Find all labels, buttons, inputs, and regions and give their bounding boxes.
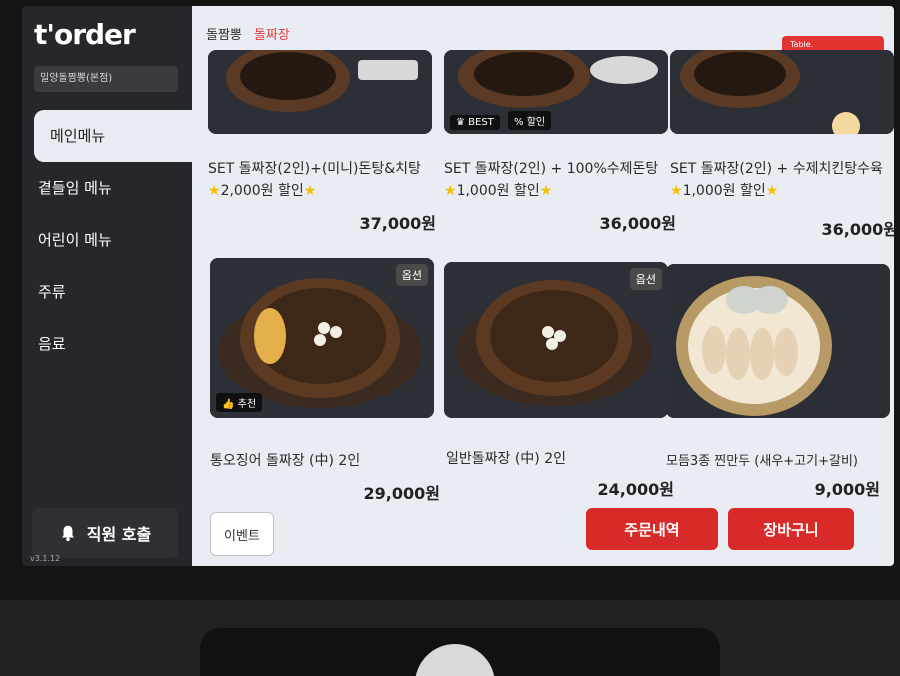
sidebar-item-kids-menu[interactable]: 어린이 메뉴 <box>22 214 192 266</box>
menu-price: 24,000원 <box>597 480 674 499</box>
table-label: Table. <box>790 40 814 49</box>
menu-name: SET 돌짜장(2인) + 100%수제돈탕 <box>444 161 659 177</box>
sidebar-item-side-menu[interactable]: 곁들임 메뉴 <box>22 162 192 214</box>
menu-name: SET 돌짜장(2인)+(미니)돈탕&치탕 <box>208 161 421 177</box>
staff-call-button[interactable]: 직원 호출 <box>32 508 178 558</box>
menu-image: ♛ BEST % 할인 <box>444 50 668 134</box>
menu-promo: ★2,000원 할인★ <box>208 183 317 199</box>
food-photo-icon <box>208 50 432 134</box>
tab-dol-jjamppong[interactable]: 돌짬뽕 <box>206 24 242 43</box>
menu-image: 옵션 👍 추천 <box>210 258 434 418</box>
menu-name: SET 돌짜장(2인) + 수제치킨탕수육 <box>670 161 883 177</box>
sidebar-item-label: 주류 <box>38 283 66 301</box>
menu-image <box>666 264 890 418</box>
menu-image <box>208 50 432 134</box>
sidebar-item-label: 어린이 메뉴 <box>38 231 112 249</box>
discount-badge: % 할인 <box>508 111 552 130</box>
kiosk-screen: t'order 밀양돌짬뽕(본점) 메인메뉴 곁들임 메뉴 어린이 메뉴 주류 … <box>22 6 894 566</box>
menu-name: 모듬3종 찐만두 (새우+고기+갈비) <box>666 454 858 469</box>
event-button[interactable]: 이벤트 <box>210 512 274 556</box>
menu-price: 36,000원 <box>599 214 676 233</box>
star-icon: ★ <box>208 183 221 199</box>
tab-dol-jjajang[interactable]: 돌짜장 <box>254 24 290 43</box>
store-name: 밀양돌짬뽕(본점) <box>34 66 178 92</box>
sidebar-item-label: 음료 <box>38 335 66 353</box>
bell-icon <box>61 525 75 542</box>
order-history-button[interactable]: 주문내역 <box>586 508 718 550</box>
device-stand <box>0 600 900 676</box>
food-photo-icon <box>670 50 894 134</box>
food-photo-icon <box>666 264 890 418</box>
menu-content: 돌짬뽕 돌짜장 Table. 6 SET 돌짜장(2인)+(미니)돈탕&치탕 ★… <box>192 6 894 566</box>
cart-button[interactable]: 장바구니 <box>728 508 854 550</box>
sidebar-item-label: 곁들임 메뉴 <box>38 179 112 197</box>
menu-price: 36,000원 <box>821 220 894 239</box>
menu-promo: ★1,000원 할인★ <box>670 183 779 199</box>
menu-name: 일반돌짜장 (中) 2인 <box>446 451 567 467</box>
sidebar-item-alcohol[interactable]: 주류 <box>22 266 192 318</box>
star-icon: ★ <box>303 183 317 199</box>
menu-card[interactable]: 옵션 👍 추천 통오징어 돌짜장 (中) 2인 29,000원 <box>210 258 440 503</box>
menu-promo: ★1,000원 할인★ <box>444 183 553 199</box>
menu-card[interactable]: SET 돌짜장(2인) + 수제치킨탕수육 ★1,000원 할인★ 36,000… <box>670 50 894 239</box>
star-icon: ★ <box>765 183 779 199</box>
menu-card[interactable]: SET 돌짜장(2인)+(미니)돈탕&치탕 ★2,000원 할인★ 37,000… <box>208 50 436 233</box>
staff-call-label: 직원 호출 <box>86 525 152 544</box>
star-icon: ★ <box>444 183 457 199</box>
menu-image <box>670 50 894 134</box>
sidebar-item-label: 메인메뉴 <box>50 127 106 145</box>
star-icon: ★ <box>539 183 553 199</box>
menu-name: 통오징어 돌짜장 (中) 2인 <box>210 453 361 469</box>
sidebar-nav: 메인메뉴 곁들임 메뉴 어린이 메뉴 주류 음료 <box>22 110 192 370</box>
menu-price: 37,000원 <box>359 214 436 233</box>
star-icon: ★ <box>670 183 683 199</box>
menu-price: 29,000원 <box>363 484 440 503</box>
menu-price: 9,000원 <box>814 480 880 499</box>
menu-card[interactable]: 모듬3종 찐만두 (새우+고기+갈비) 9,000원 <box>666 264 890 500</box>
sidebar-item-drinks[interactable]: 음료 <box>22 318 192 370</box>
recommend-badge: 👍 추천 <box>216 393 263 412</box>
menu-card[interactable]: ♛ BEST % 할인 SET 돌짜장(2인) + 100%수제돈탕 ★1,00… <box>444 50 676 233</box>
menu-card[interactable]: 옵션 일반돌짜장 (中) 2인 24,000원 <box>444 262 674 502</box>
app-logo: t'order <box>34 18 136 51</box>
version-label: v3.1.12 <box>30 554 61 563</box>
option-badge: 옵션 <box>629 268 662 290</box>
sidebar-item-main-menu[interactable]: 메인메뉴 <box>34 110 192 162</box>
option-badge: 옵션 <box>395 264 428 286</box>
best-badge: ♛ BEST <box>450 115 500 130</box>
sidebar: t'order 밀양돌짬뽕(본점) 메인메뉴 곁들임 메뉴 어린이 메뉴 주류 … <box>22 6 192 566</box>
menu-image: 옵션 <box>444 262 668 418</box>
category-tabs: 돌짬뽕 돌짜장 <box>206 24 290 43</box>
